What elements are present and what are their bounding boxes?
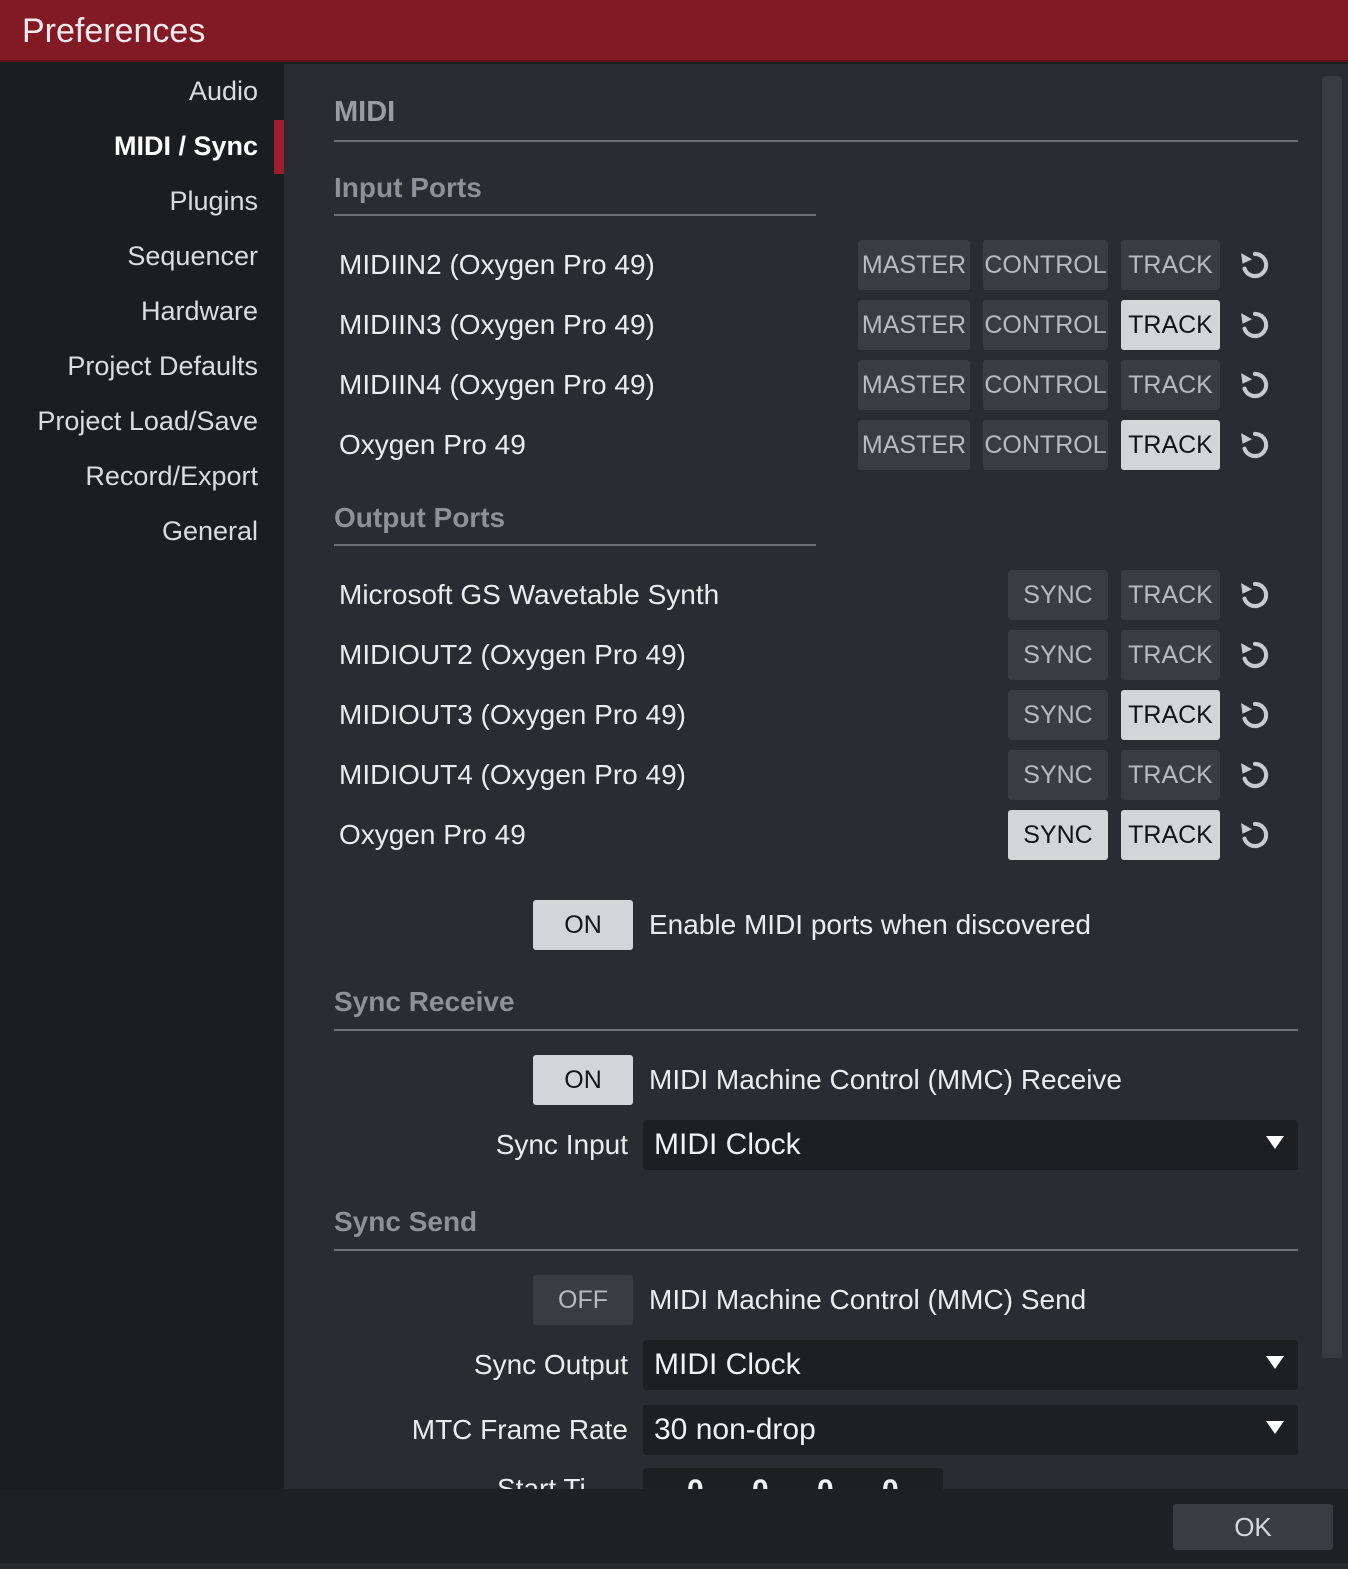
mtc-frame-rate-select[interactable]: 30 non-drop (643, 1405, 1298, 1455)
track-button[interactable]: TRACK (1121, 420, 1220, 470)
output-port-name: Microsoft GS Wavetable Synth (339, 579, 720, 610)
sync-button[interactable]: SYNC (1008, 630, 1108, 680)
output-port-name: MIDIOUT4 (Oxygen Pro 49) (339, 759, 686, 790)
sync-button[interactable]: SYNC (1008, 690, 1108, 740)
section-heading-midi: MIDI (334, 96, 396, 128)
mmc-send-label: MIDI Machine Control (MMC) Send (649, 1284, 1087, 1315)
output-port-name: Oxygen Pro 49 (339, 819, 526, 850)
input-port-name: MIDIIN4 (Oxygen Pro 49) (339, 369, 655, 400)
divider (334, 1029, 1298, 1031)
master-button[interactable]: MASTER (858, 360, 970, 410)
control-button[interactable]: CONTROL (983, 300, 1108, 350)
reset-icon[interactable] (1236, 306, 1274, 344)
reset-icon[interactable] (1236, 816, 1274, 854)
chevron-down-icon (1266, 1136, 1284, 1149)
sidebar: Audio MIDI / Sync Plugins Sequencer Hard… (0, 64, 284, 1489)
mtc-frame-rate-value: 30 non-drop (654, 1413, 816, 1446)
mmc-receive-toggle[interactable]: ON (533, 1055, 633, 1105)
chevron-down-icon (1266, 1356, 1284, 1369)
control-button[interactable]: CONTROL (983, 360, 1108, 410)
divider (334, 214, 816, 216)
control-button[interactable]: CONTROL (983, 240, 1108, 290)
output-port-name: MIDIOUT3 (Oxygen Pro 49) (339, 699, 686, 730)
ok-button[interactable]: OK (1173, 1504, 1333, 1550)
master-button[interactable]: MASTER (858, 420, 970, 470)
mtc-frame-rate-label: MTC Frame Rate (411, 1414, 628, 1445)
sidebar-item-project-defaults[interactable]: Project Defaults (67, 351, 258, 382)
divider (334, 544, 816, 546)
output-port-name: MIDIOUT2 (Oxygen Pro 49) (339, 639, 686, 670)
mmc-send-toggle[interactable]: OFF (533, 1275, 633, 1325)
reset-icon[interactable] (1236, 576, 1274, 614)
reset-icon[interactable] (1236, 426, 1274, 464)
reset-icon[interactable] (1236, 696, 1274, 734)
reset-icon[interactable] (1236, 636, 1274, 674)
scrollbar[interactable] (1322, 76, 1342, 1358)
sidebar-item-general[interactable]: General (162, 516, 258, 547)
section-heading-sync-receive: Sync Receive (334, 986, 515, 1017)
master-button[interactable]: MASTER (858, 300, 970, 350)
sync-input-select[interactable]: MIDI Clock (643, 1120, 1298, 1170)
sync-button[interactable]: SYNC (1008, 750, 1108, 800)
input-port-name: Oxygen Pro 49 (339, 429, 526, 460)
divider (334, 1249, 1298, 1251)
sync-input-value: MIDI Clock (654, 1128, 801, 1161)
enable-midi-ports-label: Enable MIDI ports when discovered (649, 909, 1091, 940)
sidebar-item-audio[interactable]: Audio (189, 76, 258, 107)
sidebar-item-plugins[interactable]: Plugins (169, 186, 258, 217)
chevron-down-icon (1266, 1421, 1284, 1434)
sync-output-label: Sync Output (473, 1349, 628, 1380)
sidebar-item-hardware[interactable]: Hardware (141, 296, 258, 327)
divider (334, 140, 1298, 142)
track-button[interactable]: TRACK (1121, 810, 1220, 860)
title-bar: Preferences (0, 0, 1348, 62)
reset-icon[interactable] (1236, 246, 1274, 284)
sync-button[interactable]: SYNC (1008, 810, 1108, 860)
reset-icon[interactable] (1236, 366, 1274, 404)
subsection-heading-output-ports: Output Ports (334, 502, 506, 533)
track-button[interactable]: TRACK (1121, 630, 1220, 680)
sidebar-item-midi-sync[interactable]: MIDI / Sync (114, 131, 258, 162)
mmc-receive-label: MIDI Machine Control (MMC) Receive (649, 1064, 1122, 1095)
sidebar-item-record-export[interactable]: Record/Export (85, 461, 258, 492)
track-button[interactable]: TRACK (1121, 360, 1220, 410)
track-button[interactable]: TRACK (1121, 300, 1220, 350)
input-port-name: MIDIIN3 (Oxygen Pro 49) (339, 309, 655, 340)
sync-output-select[interactable]: MIDI Clock (643, 1340, 1298, 1390)
track-button[interactable]: TRACK (1121, 690, 1220, 740)
sync-button[interactable]: SYNC (1008, 570, 1108, 620)
dialog-footer (0, 1489, 1348, 1569)
sync-output-value: MIDI Clock (654, 1348, 801, 1381)
enable-midi-ports-toggle[interactable]: ON (533, 900, 633, 950)
sidebar-item-project-load-save[interactable]: Project Load/Save (37, 406, 258, 437)
track-button[interactable]: TRACK (1121, 570, 1220, 620)
section-heading-sync-send: Sync Send (334, 1206, 478, 1237)
bottom-edge (0, 1563, 1348, 1569)
reset-icon[interactable] (1236, 756, 1274, 794)
track-button[interactable]: TRACK (1121, 240, 1220, 290)
input-port-name: MIDIIN2 (Oxygen Pro 49) (339, 249, 655, 280)
sidebar-item-sequencer[interactable]: Sequencer (127, 241, 258, 272)
control-button[interactable]: CONTROL (983, 420, 1108, 470)
track-button[interactable]: TRACK (1121, 750, 1220, 800)
active-nav-marker (274, 120, 284, 174)
window-title: Preferences (22, 12, 206, 50)
subsection-heading-input-ports: Input Ports (334, 172, 482, 203)
sync-input-label: Sync Input (495, 1129, 628, 1160)
master-button[interactable]: MASTER (858, 240, 970, 290)
